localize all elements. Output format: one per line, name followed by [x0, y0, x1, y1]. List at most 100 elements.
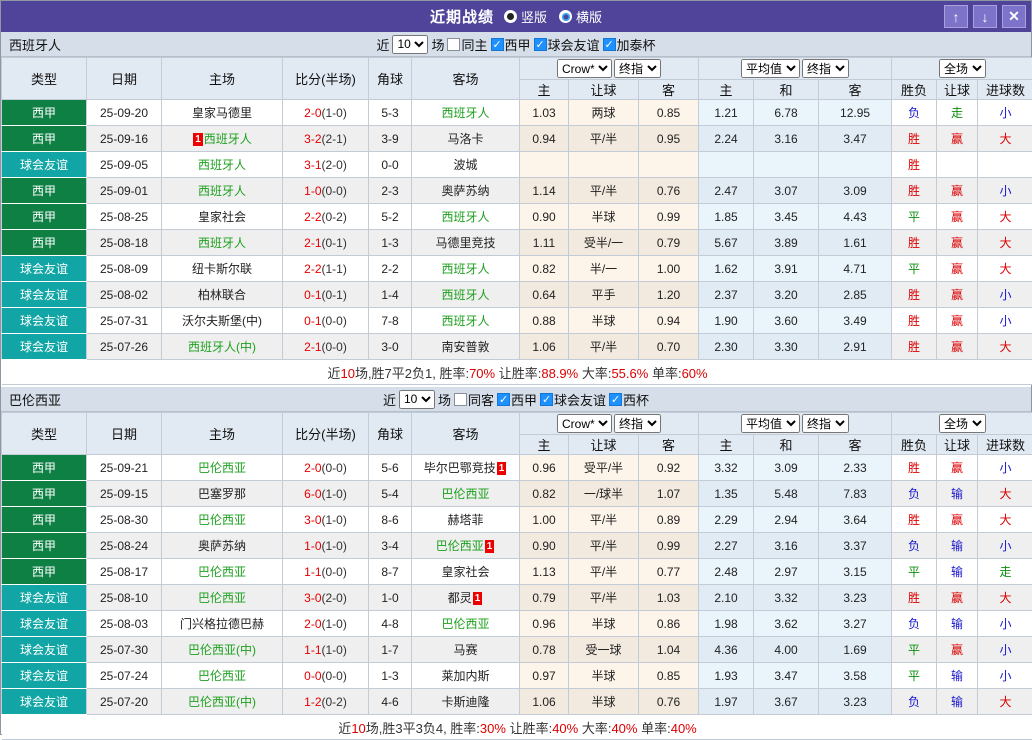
crow-odds-cell: 1.06 [520, 334, 569, 360]
avg-odds-cell: 3.07 [754, 178, 819, 204]
avg-odds-cell: 3.62 [754, 611, 819, 637]
crow-odds-cell: 1.20 [639, 282, 699, 308]
radio-selected-icon[interactable] [504, 10, 517, 23]
checkbox-unchecked-icon[interactable] [447, 38, 460, 51]
result-cell: 大 [978, 204, 1032, 230]
match-date: 25-07-30 [87, 637, 162, 663]
summary-segment: 60% [682, 366, 708, 381]
avg-odds-cell: 2.48 [699, 559, 754, 585]
avg-odds-cell: 3.47 [754, 663, 819, 689]
match-date: 25-09-21 [87, 455, 162, 481]
fulltime-select[interactable]: 全场 [939, 59, 986, 78]
away-team: 毕尔巴鄂竞技1 [412, 455, 520, 481]
move-down-button[interactable]: ↓ [973, 5, 997, 28]
result-cell: 平 [892, 204, 937, 230]
fulltime-score: 1-0 [304, 184, 321, 198]
away-team: 奥萨苏纳 [412, 178, 520, 204]
result-cell: 赢 [937, 256, 978, 282]
team-name: 西班牙人(中) [188, 340, 256, 354]
radio-unselected-icon[interactable] [559, 10, 572, 23]
bookmaker-select[interactable]: Crow* [557, 59, 612, 78]
matches-table: 类型 日期 主场 比分(半场) 角球 客场 Crow*终指 平均值终指 全场 [1, 57, 1032, 385]
league-filter-cup[interactable]: 西杯 [609, 390, 649, 409]
checkbox-checked-icon[interactable] [603, 38, 616, 51]
col-header-home: 主场 [162, 413, 283, 455]
league-filter-cup[interactable]: 加泰杯 [603, 35, 656, 54]
checkbox-unchecked-icon[interactable] [454, 393, 467, 406]
team-name: 西班牙人 [198, 236, 246, 250]
result-cell: 胜 [892, 585, 937, 611]
away-team: 西班牙人 [412, 204, 520, 230]
avg-odds-cell: 3.58 [819, 663, 892, 689]
match-type-badge: 球会友谊 [2, 689, 87, 715]
corner-score: 1-3 [369, 663, 412, 689]
avg-odds-cell: 2.97 [754, 559, 819, 585]
red-card-badge: 1 [473, 592, 483, 605]
crow-odds-cell: 0.96 [520, 455, 569, 481]
crow-odds-cell: 0.97 [520, 663, 569, 689]
horizontal-layout-radio[interactable]: 横版 [559, 7, 602, 26]
same-venue-filter[interactable]: 同主 [447, 35, 487, 54]
match-score: 2-2(1-1) [283, 256, 369, 282]
checkbox-checked-icon[interactable] [540, 393, 553, 406]
crow-final-odds-select[interactable]: 终指 [614, 59, 661, 78]
team-name: 巴塞罗那 [198, 487, 246, 501]
halftime-score: (0-1) [322, 236, 347, 250]
vertical-layout-radio[interactable]: 竖版 [504, 7, 547, 26]
crow-final-odds-select[interactable]: 终指 [614, 414, 661, 433]
league-filter-laliga[interactable]: 西甲 [491, 35, 531, 54]
recent-count-select[interactable]: 10 [399, 390, 435, 409]
checkbox-checked-icon[interactable] [534, 38, 547, 51]
crow-odds-cell: 0.88 [520, 308, 569, 334]
avg-odds-cell: 3.91 [754, 256, 819, 282]
away-team: 都灵1 [412, 585, 520, 611]
average-odds-select[interactable]: 平均值 [741, 59, 800, 78]
result-cell: 输 [937, 533, 978, 559]
avg-final-odds-select[interactable]: 终指 [802, 59, 849, 78]
avg-odds-cell: 3.49 [819, 308, 892, 334]
average-odds-select[interactable]: 平均值 [741, 414, 800, 433]
fulltime-score: 0-0 [304, 669, 321, 683]
match-score: 1-0(1-0) [283, 533, 369, 559]
crow-odds-cell [520, 152, 569, 178]
recent-count-select[interactable]: 10 [392, 35, 428, 54]
team-name: 西班牙人 [198, 184, 246, 198]
corner-score: 8-6 [369, 507, 412, 533]
result-cell: 赢 [937, 334, 978, 360]
match-row: 球会友谊25-09-05西班牙人3-1(2-0)0-0波城胜 [2, 152, 1032, 178]
checkbox-checked-icon[interactable] [497, 393, 510, 406]
league-filter-friendly[interactable]: 球会友谊 [540, 390, 606, 409]
team-name: 巴伦西亚 [198, 591, 246, 605]
same-venue-filter[interactable]: 同客 [454, 390, 494, 409]
match-type-badge: 西甲 [2, 455, 87, 481]
result-cell: 大 [978, 585, 1032, 611]
col-header-type: 类型 [2, 413, 87, 455]
match-row: 西甲25-08-17巴伦西亚1-1(0-0)8-7皇家社会1.13平/半0.77… [2, 559, 1032, 585]
fulltime-score: 2-1 [304, 236, 321, 250]
crow-odds-cell: 平/半 [569, 533, 639, 559]
matches-table: 类型 日期 主场 比分(半场) 角球 客场 Crow*终指 平均值终指 全场 [1, 412, 1032, 740]
bookmaker-select[interactable]: Crow* [557, 414, 612, 433]
match-type-badge: 球会友谊 [2, 152, 87, 178]
crow-odds-cell: 0.92 [639, 455, 699, 481]
league-filter-friendly[interactable]: 球会友谊 [534, 35, 600, 54]
crow-odds-cell: 1.00 [520, 507, 569, 533]
match-row: 球会友谊25-07-31沃尔夫斯堡(中)0-1(0-0)7-8西班牙人0.88半… [2, 308, 1032, 334]
fulltime-select[interactable]: 全场 [939, 414, 986, 433]
checkbox-checked-icon[interactable] [491, 38, 504, 51]
close-button[interactable]: ✕ [1002, 5, 1026, 28]
col-header-goals-result: 进球数 [978, 435, 1032, 455]
result-cell: 小 [978, 308, 1032, 334]
avg-final-odds-select[interactable]: 终指 [802, 414, 849, 433]
result-cell [937, 152, 978, 178]
corner-score: 5-3 [369, 100, 412, 126]
checkbox-checked-icon[interactable] [609, 393, 622, 406]
halftime-score: (1-0) [322, 617, 347, 631]
move-up-button[interactable]: ↑ [944, 5, 968, 28]
away-team: 皇家社会 [412, 559, 520, 585]
result-cell: 赢 [937, 126, 978, 152]
crow-odds-cell: 两球 [569, 100, 639, 126]
league-filter-laliga[interactable]: 西甲 [497, 390, 537, 409]
match-date: 25-07-26 [87, 334, 162, 360]
col-header-goals-result: 进球数 [978, 80, 1032, 100]
